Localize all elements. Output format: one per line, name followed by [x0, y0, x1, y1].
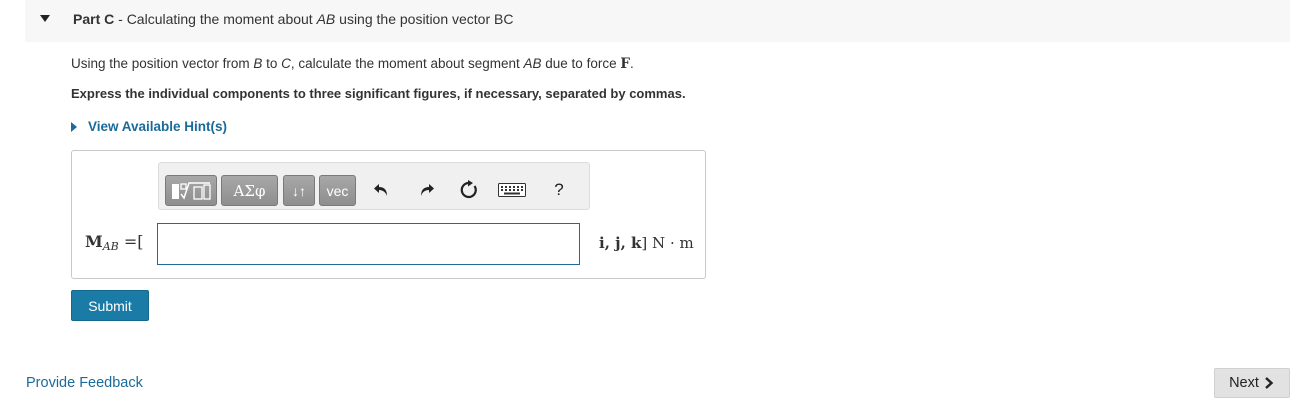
- answer-input[interactable]: [157, 223, 580, 265]
- part-title: Part C - Calculating the moment about AB…: [73, 11, 514, 27]
- moment-label: MAB =[: [85, 232, 144, 253]
- subscript-superscript-button[interactable]: ↓↑: [283, 175, 315, 206]
- answer-units: i, j, k] N · m: [599, 234, 694, 252]
- view-hints-label: View Available Hint(s): [88, 119, 228, 134]
- templates-icon: [172, 181, 211, 200]
- vector-button[interactable]: vec: [319, 175, 356, 206]
- reset-icon[interactable]: [456, 177, 482, 203]
- math-toolbar: ΑΣφ ↓↑ vec ?: [158, 162, 590, 210]
- keyboard-icon[interactable]: [496, 177, 528, 203]
- chevron-right-icon: [1265, 377, 1274, 389]
- next-label: Next: [1229, 375, 1259, 391]
- part-header[interactable]: Part C - Calculating the moment about AB…: [25, 0, 1290, 42]
- question-prompt: Using the position vector from B to C, c…: [71, 56, 634, 72]
- answer-instruction: Express the individual components to thr…: [71, 86, 686, 101]
- view-hints-toggle[interactable]: View Available Hint(s): [71, 119, 227, 134]
- next-button[interactable]: Next: [1214, 368, 1290, 398]
- redo-icon[interactable]: [413, 177, 439, 203]
- collapse-caret-icon[interactable]: [40, 15, 50, 22]
- submit-button[interactable]: Submit: [71, 290, 149, 321]
- answer-box: ΑΣφ ↓↑ vec ? MAB =[ i, j, k] N · m: [71, 150, 706, 279]
- templates-button[interactable]: [165, 175, 217, 206]
- expand-triangle-icon: [71, 121, 77, 132]
- greek-symbols-button[interactable]: ΑΣφ: [221, 175, 278, 206]
- provide-feedback-link[interactable]: Provide Feedback: [26, 375, 143, 391]
- undo-icon[interactable]: [369, 177, 395, 203]
- help-icon[interactable]: ?: [546, 177, 572, 203]
